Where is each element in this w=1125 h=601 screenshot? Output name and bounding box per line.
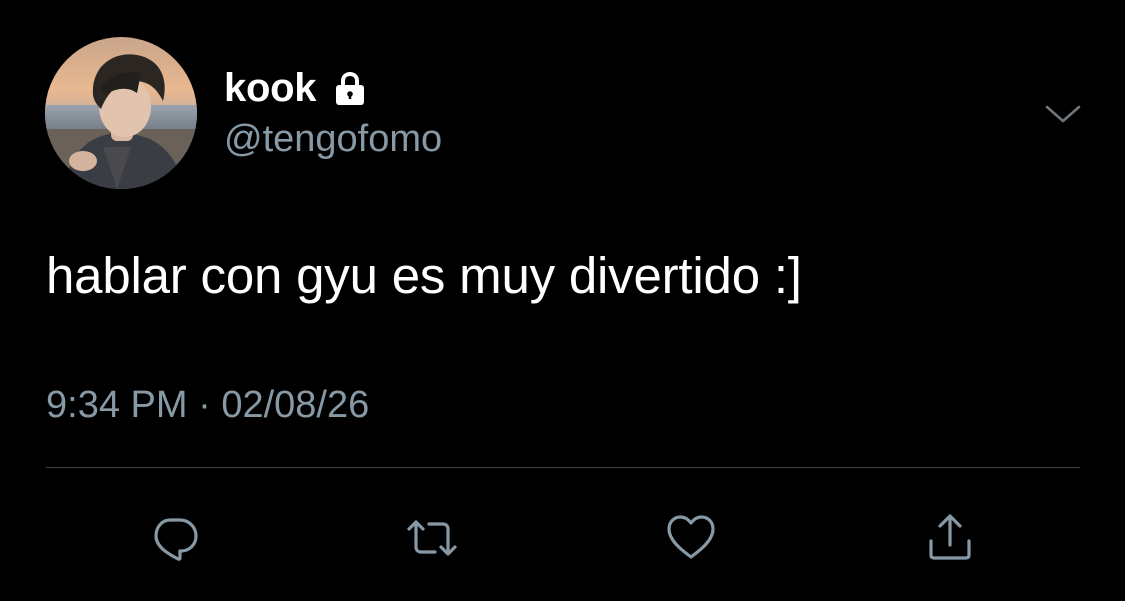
- tweet-text: hablar con gyu es muy divertido :]: [46, 247, 802, 304]
- share-icon: [929, 514, 971, 560]
- user-handle[interactable]: @tengofomo: [224, 118, 442, 161]
- retweet-icon: [407, 520, 457, 556]
- reply-icon: [154, 518, 198, 561]
- tweet-time: 9:34 PM: [46, 384, 188, 426]
- display-name[interactable]: kook: [224, 66, 316, 111]
- chevron-down-icon[interactable]: [1044, 100, 1082, 128]
- tweet-date: 02/08/26: [221, 384, 370, 426]
- like-button[interactable]: [661, 508, 721, 568]
- lock-icon: [336, 71, 365, 105]
- timestamp-separator: ·: [198, 384, 211, 426]
- heart-icon: [667, 515, 715, 559]
- author-name-row[interactable]: kook: [224, 62, 370, 114]
- retweet-button[interactable]: [402, 508, 462, 568]
- timestamp[interactable]: 9:34 PM · 02/08/26: [46, 384, 369, 427]
- share-button[interactable]: [920, 508, 980, 568]
- profile-photo: [45, 37, 197, 189]
- divider: [46, 467, 1080, 468]
- avatar[interactable]: [45, 37, 197, 189]
- reply-button[interactable]: [145, 508, 205, 568]
